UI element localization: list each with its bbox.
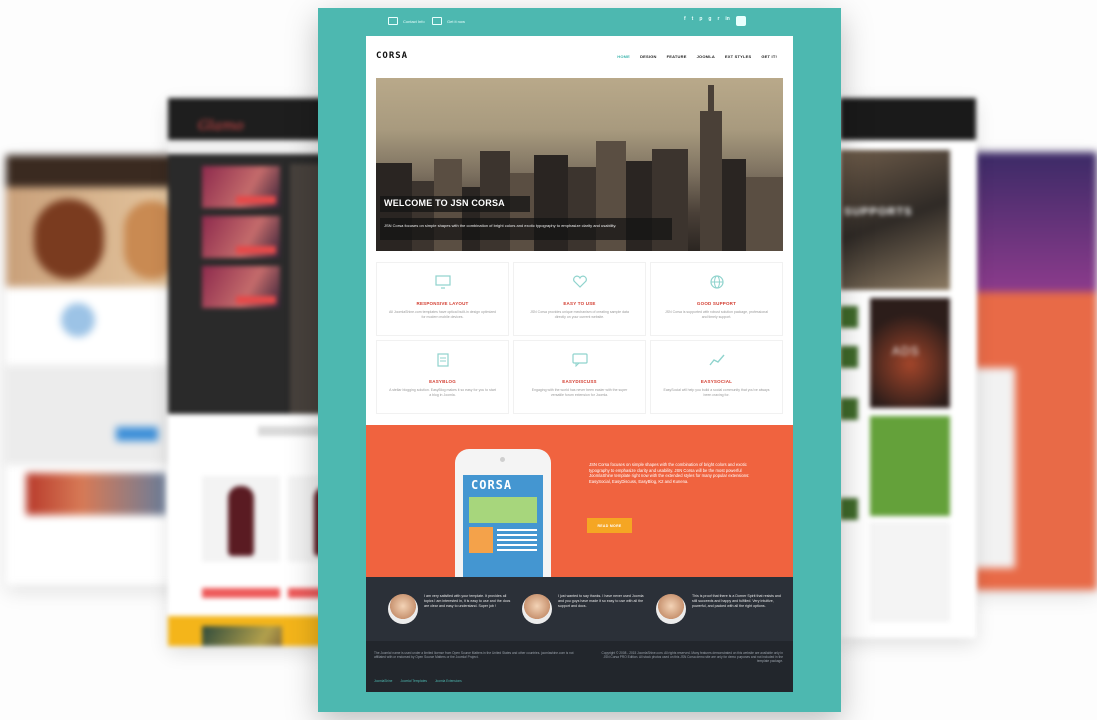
footer-left-text: The Joomla! name is used under a limited… bbox=[374, 651, 574, 660]
read-more-button[interactable]: READ MORE bbox=[587, 518, 632, 533]
feature-title: EASY TO USE bbox=[563, 301, 596, 306]
avatar bbox=[656, 594, 686, 624]
footer-right-text: Copyright © 2008 - 2015 JoomlaShine.com.… bbox=[601, 651, 783, 664]
contact-link[interactable]: Contact Info bbox=[388, 17, 425, 25]
monitor-icon bbox=[434, 275, 451, 289]
feature-card: EASYDISCUSS Engaging with the world has … bbox=[513, 340, 646, 414]
feature-desc: JSN Corsa is supported with robust solut… bbox=[665, 310, 768, 319]
feature-desc: EasySocial will help you build a social … bbox=[663, 388, 770, 397]
menu-item-home[interactable]: HOME bbox=[617, 54, 630, 59]
promo-text: JSN Corsa focuses on simple shapes with … bbox=[589, 462, 750, 484]
bg-right-ads-text: ADS bbox=[892, 344, 920, 358]
showcase-stage: Glamo SUPPORTS ADS Contact Info Get it n… bbox=[0, 0, 1097, 720]
contact-label: Contact Info bbox=[403, 18, 425, 24]
menu-item-joomla[interactable]: JOOMLA bbox=[697, 54, 715, 59]
menu-item-design[interactable]: DESIGN bbox=[640, 54, 657, 59]
testimonial-quote: This is proof that there is a Dorner Spi… bbox=[692, 594, 781, 608]
search-icon[interactable] bbox=[735, 16, 746, 26]
main-menu: HOME DESIGN FEATURE JOOMLA EXT STYLES GE… bbox=[617, 54, 777, 59]
footer-link[interactable]: Joomla! Templates bbox=[400, 679, 427, 683]
site-header: CORSA HOME DESIGN FEATURE JOOMLA EXT STY… bbox=[366, 36, 793, 78]
bg-right-hero-text: SUPPORTS bbox=[844, 206, 913, 218]
testimonials-section: I am very satisfied with your template. … bbox=[366, 577, 793, 641]
site-footer: The Joomla! name is used under a limited… bbox=[366, 641, 793, 692]
menu-item-ext-styles[interactable]: EXT STYLES bbox=[725, 54, 751, 59]
cart-link[interactable]: Get it now bbox=[432, 17, 465, 25]
cart-icon bbox=[432, 17, 442, 25]
monitor-icon bbox=[388, 17, 398, 25]
menu-item-feature[interactable]: FEATURE bbox=[667, 54, 687, 59]
top-bar: Contact Info Get it now f t p g r in bbox=[318, 8, 841, 36]
hero-description: JSN Corsa focuses on simple shapes with … bbox=[384, 223, 617, 228]
bg-template-preview-left: Glamo bbox=[168, 98, 328, 646]
twitter-icon[interactable]: t bbox=[692, 16, 694, 26]
pinterest-icon[interactable]: p bbox=[699, 16, 702, 26]
heart-icon bbox=[572, 275, 587, 288]
feature-grid: RESPONSIVE LAYOUT All JoomlaShine.com te… bbox=[376, 262, 783, 414]
menu-item-get-it[interactable]: GET IT! bbox=[761, 54, 777, 59]
feature-desc: A stellar blogging solution. EasyBlog ma… bbox=[389, 388, 496, 397]
feature-card: EASYBLOG A stellar blogging solution. Ea… bbox=[376, 340, 509, 414]
globe-icon bbox=[709, 275, 724, 289]
bg-left-logo: Glamo bbox=[198, 118, 244, 134]
testimonial: I am very satisfied with your template. … bbox=[388, 592, 518, 628]
promo-section: CORSA JSN Corsa focuses on simple shapes… bbox=[366, 425, 793, 577]
feature-card: GOOD SUPPORT JSN Corsa is supported with… bbox=[650, 262, 783, 336]
phone-illustration: CORSA bbox=[455, 449, 551, 577]
avatar bbox=[522, 594, 552, 624]
feature-desc: Engaging with the world has never been e… bbox=[531, 388, 628, 397]
bg-template-preview-far-left bbox=[6, 155, 181, 585]
testimonial: I just wanted to say thanks. I have neve… bbox=[522, 592, 652, 628]
feature-title: EASYBLOG bbox=[429, 379, 456, 384]
feature-card: EASYSOCIAL EasySocial will help you buil… bbox=[650, 340, 783, 414]
social-links: f t p g r in bbox=[684, 16, 746, 26]
site-page: CORSA HOME DESIGN FEATURE JOOMLA EXT STY… bbox=[366, 36, 793, 692]
bg-template-preview-right: SUPPORTS ADS bbox=[840, 98, 976, 638]
feature-card: RESPONSIVE LAYOUT All JoomlaShine.com te… bbox=[376, 262, 509, 336]
hero-banner: WELCOME TO JSN CORSA JSN Corsa focuses o… bbox=[376, 78, 783, 251]
feature-desc: JSN Corsa provides unique mechanism of c… bbox=[530, 310, 629, 319]
hero-title: WELCOME TO JSN CORSA bbox=[384, 198, 505, 208]
blog-icon bbox=[436, 353, 449, 367]
feature-title: GOOD SUPPORT bbox=[696, 301, 737, 306]
footer-links: JoomlaShine Joomla! Templates Joomla Ext… bbox=[374, 679, 462, 683]
feature-title: EASYDISCUSS bbox=[562, 379, 597, 384]
rss-icon[interactable]: r bbox=[717, 16, 719, 26]
chat-icon bbox=[571, 353, 588, 367]
testimonial: This is proof that there is a Dorner Spi… bbox=[656, 592, 786, 628]
testimonial-quote: I just wanted to say thanks. I have neve… bbox=[558, 594, 644, 608]
phone-screen-title: CORSA bbox=[471, 478, 513, 492]
bg-template-preview-far-right bbox=[975, 152, 1097, 590]
footer-link[interactable]: JoomlaShine bbox=[374, 679, 392, 683]
testimonial-quote: I am very satisfied with your template. … bbox=[424, 594, 511, 608]
linkedin-icon[interactable]: in bbox=[725, 16, 729, 26]
feature-desc: All JoomlaShine.com templates have optic… bbox=[389, 310, 496, 319]
feature-card: EASY TO USE JSN Corsa provides unique me… bbox=[513, 262, 646, 336]
facebook-icon[interactable]: f bbox=[684, 16, 686, 26]
google-plus-icon[interactable]: g bbox=[708, 16, 711, 26]
cart-label: Get it now bbox=[447, 18, 466, 24]
corsa-template-preview: Contact Info Get it now f t p g r in COR… bbox=[318, 8, 841, 712]
site-logo[interactable]: CORSA bbox=[376, 51, 408, 61]
chart-icon bbox=[708, 354, 725, 366]
feature-title: RESPONSIVE LAYOUT bbox=[416, 301, 469, 306]
footer-link[interactable]: Joomla Extensions bbox=[435, 679, 462, 683]
feature-title: EASYSOCIAL bbox=[700, 379, 733, 384]
avatar bbox=[388, 594, 418, 624]
